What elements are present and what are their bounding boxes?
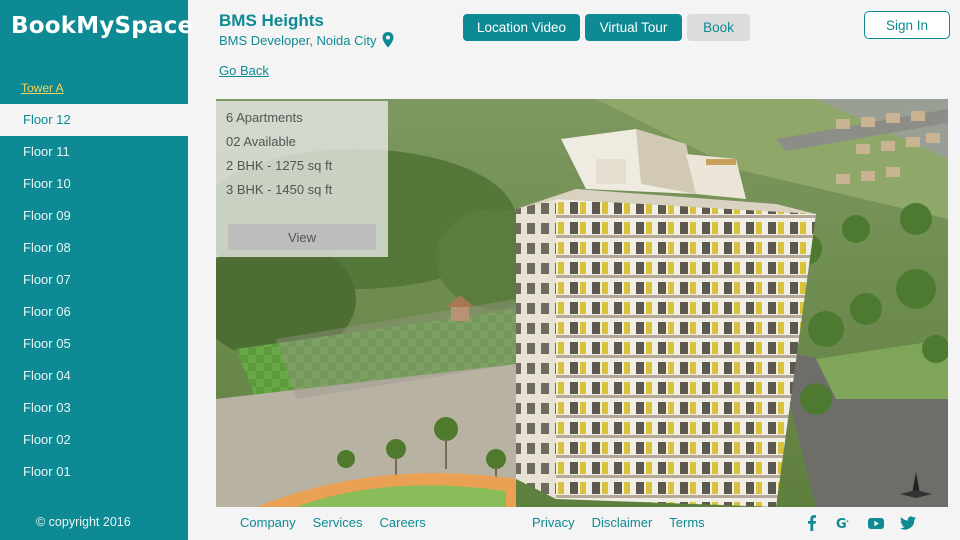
virtual-tour-button[interactable]: Virtual Tour [585,14,682,41]
footer-link-terms[interactable]: Terms [669,515,704,530]
floor-item[interactable]: Floor 02 [0,424,188,456]
floor-item[interactable]: Floor 07 [0,264,188,296]
tower-link[interactable]: Tower A [21,81,64,95]
view-button[interactable]: View [228,224,376,250]
floor-item[interactable]: Floor 03 [0,392,188,424]
developer-location: BMS Developer, Noida City [219,32,395,48]
footer-link-privacy[interactable]: Privacy [532,515,575,530]
floor-item[interactable]: Floor 11 [0,136,188,168]
google-plus-icon[interactable]: G · [836,515,852,531]
location-video-button[interactable]: Location Video [463,14,580,41]
floor-item[interactable]: Floor 01 [0,456,188,488]
floor-info-panel: 6 Apartments 02 Available 2 BHK - 1275 s… [216,101,388,257]
svg-text:·: · [846,517,849,526]
footer-link-disclaimer[interactable]: Disclaimer [592,515,653,530]
brand-logo[interactable]: BookMySpace [11,13,193,39]
floor-item[interactable]: Floor 06 [0,296,188,328]
floor-item[interactable]: Floor 10 [0,168,188,200]
floor-item[interactable]: Floor 04 [0,360,188,392]
apartment-count: 6 Apartments [226,110,303,125]
project-title: BMS Heights [219,11,324,30]
sign-in-button[interactable]: Sign In [864,11,950,39]
floor-list: Floor 12 Floor 11 Floor 10 Floor 09 Floor 08… [0,104,188,488]
available-count: 02 Available [226,134,296,149]
copyright: © copyright 2016 [36,515,131,529]
go-back-link[interactable]: Go Back [219,63,269,78]
floor-item[interactable]: Floor 05 [0,328,188,360]
footer-link-services[interactable]: Services [313,515,363,530]
floor-item[interactable]: Floor 09 [0,200,188,232]
footer-links-left: Company Services Careers [240,515,426,530]
footer-link-company[interactable]: Company [240,515,296,530]
social-links: G · [804,515,916,531]
book-button[interactable]: Book [687,14,750,41]
facebook-icon[interactable] [804,515,820,531]
sidebar: BookMySpace Tower A Floor 12 Floor 11 Floo… [0,0,193,540]
developer-label: BMS Developer, Noida City [219,32,377,48]
floor-item[interactable]: Floor 12 [0,104,188,136]
youtube-icon[interactable] [868,515,884,531]
floor-item[interactable]: Floor 08 [0,232,188,264]
footer-links-right: Privacy Disclaimer Terms [532,515,705,530]
twitter-icon[interactable] [900,515,916,531]
map-pin-icon[interactable] [381,32,395,48]
bhk2-size: 2 BHK - 1275 sq ft [226,158,333,173]
footer-link-careers[interactable]: Careers [380,515,426,530]
bhk3-size: 3 BHK - 1450 sq ft [226,182,333,197]
